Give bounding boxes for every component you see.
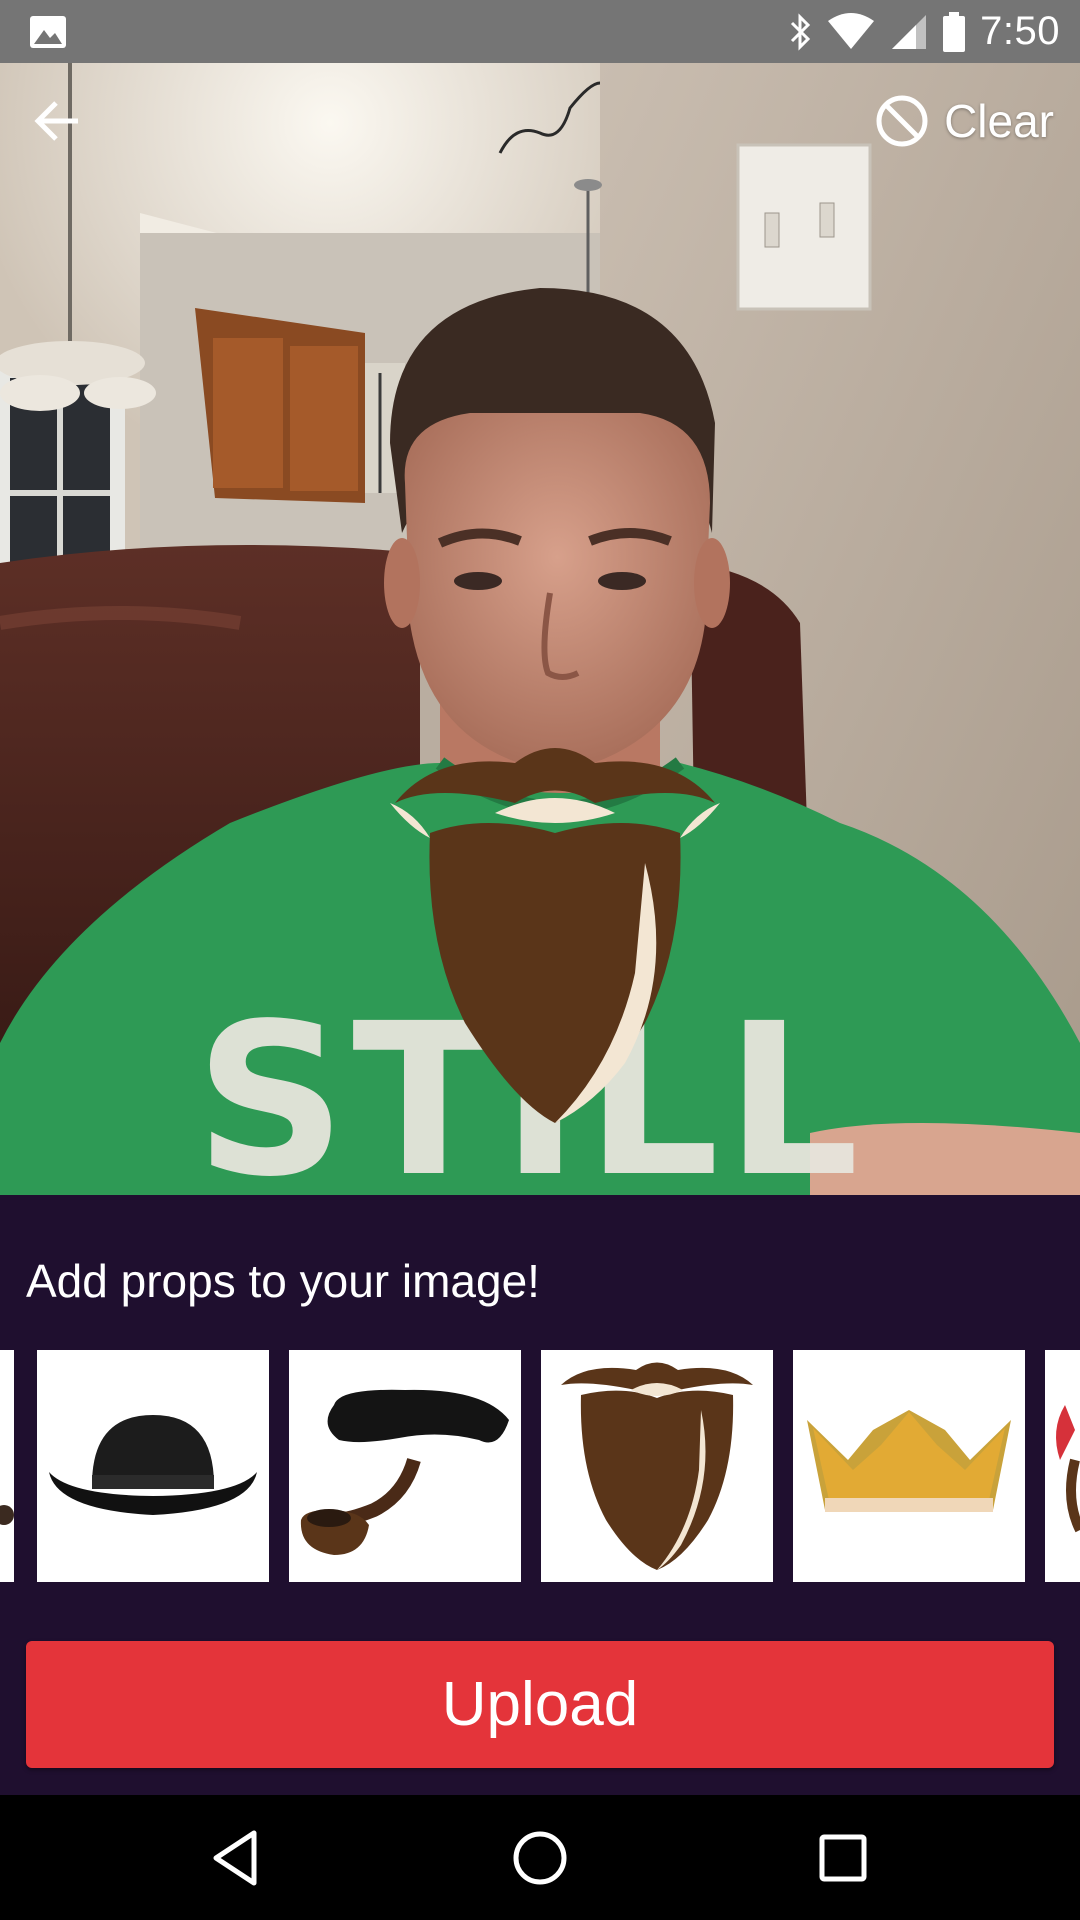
prop-partial-right[interactable] <box>1045 1350 1080 1582</box>
back-triangle-icon[interactable] <box>204 1825 270 1891</box>
arrow-left-icon[interactable] <box>30 93 86 149</box>
status-bar: 7:50 <box>0 0 1080 63</box>
home-circle-icon[interactable] <box>507 1825 573 1891</box>
props-prompt: Add props to your image! <box>26 1255 540 1307</box>
prop-bowler-hat[interactable] <box>37 1350 269 1582</box>
clear-button[interactable]: Clear <box>874 93 1054 149</box>
wifi-icon <box>828 12 875 49</box>
clear-label: Clear <box>944 95 1054 147</box>
prop-pipe-mustache[interactable] <box>289 1350 521 1582</box>
crown-icon <box>807 1410 1011 1512</box>
bowler-hat-icon <box>49 1415 257 1515</box>
status-icons: 7:50 <box>788 0 1060 63</box>
gallery-icon <box>30 16 66 48</box>
recents-square-icon[interactable] <box>810 1825 876 1891</box>
pipe-mustache-icon <box>300 1389 509 1555</box>
prop-crown[interactable] <box>793 1350 1025 1582</box>
block-icon <box>876 95 928 147</box>
system-nav-bar <box>0 1795 1080 1920</box>
upload-label: Upload <box>441 1670 639 1739</box>
props-carousel[interactable] <box>0 1350 1080 1582</box>
upload-button[interactable]: Upload <box>26 1641 1054 1768</box>
prop-partial-left[interactable] <box>0 1350 14 1582</box>
signal-icon <box>892 14 927 49</box>
beard-icon <box>561 1362 753 1570</box>
battery-icon <box>943 11 966 52</box>
prop-beard[interactable] <box>541 1350 773 1582</box>
selfie-photo: STILL <box>0 63 1080 1195</box>
status-time: 7:50 <box>980 9 1060 53</box>
photo-canvas[interactable]: STILL Clear <box>0 63 1080 1195</box>
bluetooth-icon <box>791 12 811 51</box>
